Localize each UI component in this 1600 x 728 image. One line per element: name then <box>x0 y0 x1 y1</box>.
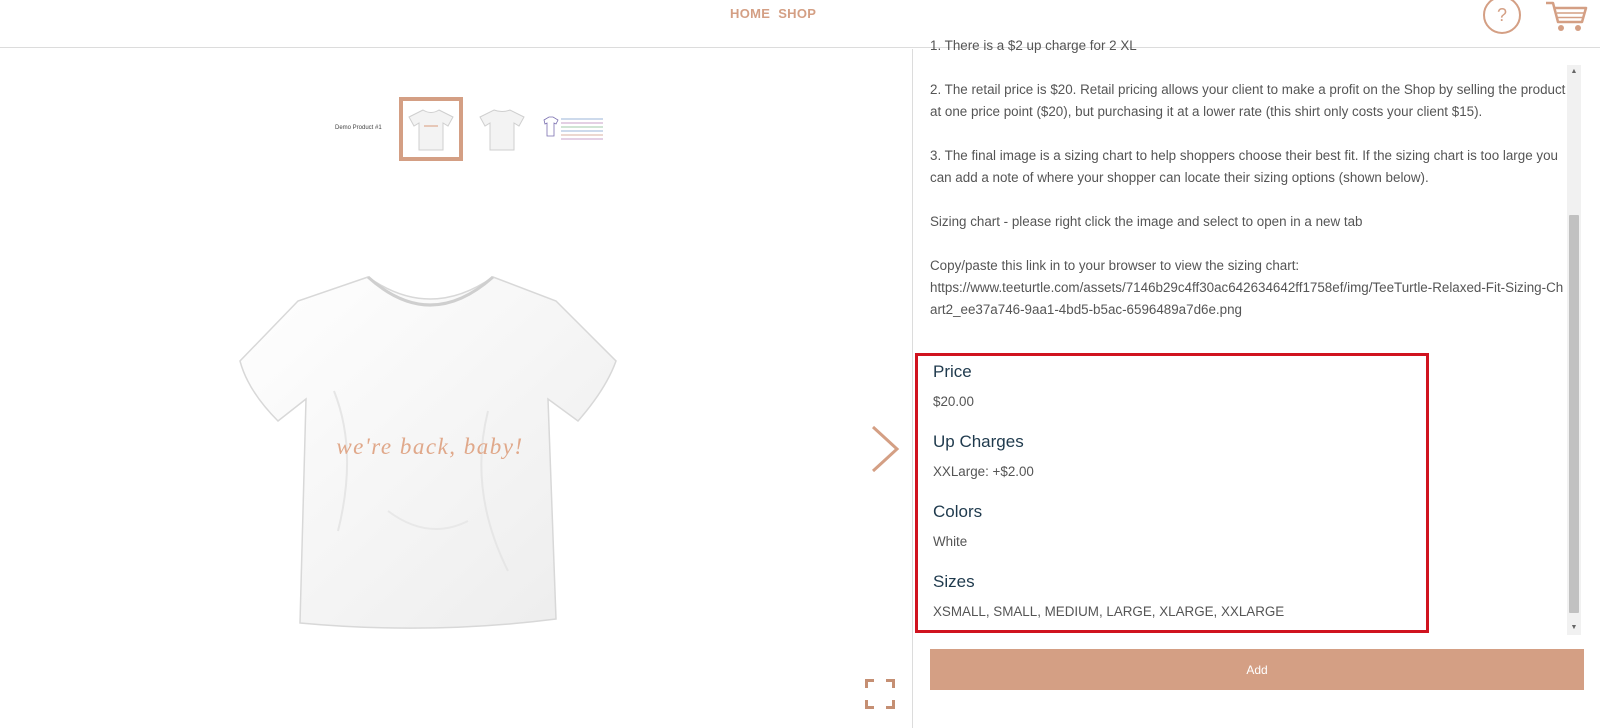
description-paragraph-5: Copy/paste this link in to your browser … <box>930 255 1566 321</box>
product-details-panel: 1. There is a $2 up charge for 2 XL 2. T… <box>912 38 1600 728</box>
colors-value: White <box>933 534 968 549</box>
expand-icon <box>864 678 896 710</box>
product-specs-highlight: Price $20.00 Up Charges XXLarge: +$2.00 … <box>915 353 1429 633</box>
colors-section: Colors White <box>933 502 982 549</box>
main-nav: HOME SHOP <box>730 6 816 21</box>
fullscreen-button[interactable] <box>864 678 896 710</box>
description-paragraph-3: 3. The final image is a sizing chart to … <box>930 148 1558 185</box>
description-paragraph-4: Sizing chart - please right click the im… <box>930 214 1363 229</box>
product-gallery: Demo Product #1 we're back, baby! <box>0 49 912 728</box>
colors-heading: Colors <box>933 502 983 521</box>
tshirt-thumbnail-icon <box>408 109 454 151</box>
thumbnail-front[interactable] <box>399 97 463 161</box>
sizing-chart-url[interactable]: https://www.teeturtle.com/assets/7146b29… <box>930 277 1566 321</box>
price-value: $20.00 <box>933 394 974 409</box>
tshirt-image: we're back, baby! <box>239 275 617 629</box>
details-scrollbar[interactable]: ▲ ▼ <box>1567 65 1581 635</box>
sizes-value: XSMALL, SMALL, MEDIUM, LARGE, XLARGE, XX… <box>933 604 1285 619</box>
nav-shop-link[interactable]: SHOP <box>778 6 816 21</box>
add-to-cart-button[interactable]: Add <box>930 649 1584 690</box>
product-description: 1. There is a $2 up charge for 2 XL 2. T… <box>930 38 1566 321</box>
upcharges-section: Up Charges XXLarge: +$2.00 <box>933 432 1034 479</box>
tshirt-back-thumbnail-icon <box>479 109 525 151</box>
price-section: Price $20.00 <box>933 362 974 409</box>
upcharges-value: XXLarge: +$2.00 <box>933 464 1034 479</box>
product-main-image: we're back, baby! <box>238 271 623 631</box>
upcharges-heading: Up Charges <box>933 432 1024 451</box>
nav-home-link[interactable]: HOME <box>730 6 770 21</box>
help-button[interactable]: ? <box>1483 0 1521 34</box>
product-name-label: Demo Product #1 <box>335 125 382 131</box>
scrollbar-thumb[interactable] <box>1569 215 1579 613</box>
cart-button[interactable] <box>1544 0 1588 34</box>
price-heading: Price <box>933 362 972 381</box>
sizes-section: Sizes XSMALL, SMALL, MEDIUM, LARGE, XLAR… <box>933 572 1284 619</box>
next-image-button[interactable] <box>869 424 901 474</box>
sizing-chart-intro: Copy/paste this link in to your browser … <box>930 258 1300 273</box>
scroll-up-arrow-icon[interactable]: ▲ <box>1567 65 1581 79</box>
scroll-down-arrow-icon[interactable]: ▼ <box>1567 621 1581 635</box>
cart-icon <box>1546 1 1588 31</box>
sizing-chart-thumbnail-icon <box>543 116 603 140</box>
shirt-print-text: we're back, baby! <box>336 434 523 459</box>
thumbnail-back[interactable] <box>470 97 534 161</box>
description-paragraph-2: 2. The retail price is $20. Retail prici… <box>930 82 1566 119</box>
sizes-heading: Sizes <box>933 572 975 591</box>
thumbnail-sizing-chart[interactable] <box>541 97 605 161</box>
description-line-1: 1. There is a $2 up charge for 2 XL <box>930 38 1137 53</box>
chevron-right-icon <box>871 425 900 473</box>
help-icon: ? <box>1496 4 1507 25</box>
